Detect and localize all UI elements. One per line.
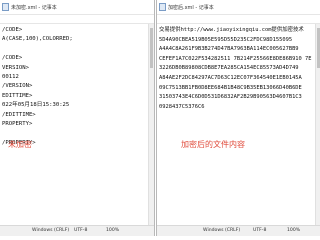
text-line: 022年05月18日15:30:25 [2,102,70,109]
menu-bar [157,15,320,24]
annotation-unencrypted: 未加密 [8,140,32,149]
text-line: PROPERTY> [2,120,33,127]
status-encoding: UTF-8 [253,228,267,233]
text-line: VERSION> [2,64,29,71]
status-zoom: 100% [287,228,301,233]
text-line: A4A4C8A261F9B3B274D47BA7963BA114EC005627… [159,46,299,53]
status-zoom: 100% [106,228,120,233]
window-title: 未加密.xml - 记事本 [11,4,57,11]
text-line: /EDITTIME> [2,111,36,118]
text-line: 31503743E4C6D0D531D6832AF2B29B90563D4607… [159,94,302,101]
text-line: 3226DB0B89808CDB8E7EA285CA154EC85573AD4D… [159,65,299,72]
annotation-encrypted: 加密后的文件内容 [181,140,245,149]
title-bar[interactable]: 未加密.xml - 记事本 [0,0,154,15]
text-line [2,45,146,54]
text-editor[interactable]: /CODE> A(CASE,100),COLORRED; /CODE> VERS… [0,24,148,226]
text-line: 09C7513BB1FB0D8EE684B1B48C9B35EB13066D40… [159,84,302,91]
title-bar[interactable]: 加密后.xml - 记事本 [157,0,320,15]
text-line: 5D4A90CBEA519B05E595D55D235C2FDC98D15509… [159,36,293,43]
status-bar: Windows (CRLF) UTF-8 100% [157,225,320,236]
menu-bar [0,15,154,24]
scroll-thumb[interactable] [150,28,153,68]
status-encoding: UTF-8 [74,228,88,233]
text-editor[interactable]: 交易提供http://www.jiaoyixingqiu.com提供加密技术 5… [157,24,315,226]
text-line: /CODE> [2,27,23,33]
status-line-ending: Windows (CRLF) [203,228,241,233]
text-line: /CODE> [2,55,23,62]
notepad-icon [159,3,166,11]
text-line: 交易提供http://www.jiaoyixingqiu.com提供加密技术 [159,27,304,33]
text-line: A(CASE,100),COLORRED; [2,36,73,43]
text-line: CEFEF1A7C022F534282511 7B214F25566E8DE86… [159,55,312,62]
notepad-icon [2,3,9,11]
text-line [2,129,146,138]
notepad-window-unencrypted: 未加密.xml - 记事本 /CODE> A(CASE,100),COLORRE… [0,0,155,236]
window-title: 加密后.xml - 记事本 [168,4,214,11]
text-line: A84AE2F2DC84297AC7D63C12EC07F364540E1EB0… [159,74,302,81]
vertical-scrollbar[interactable] [148,24,154,226]
vertical-scrollbar[interactable] [315,24,320,226]
text-line: /VERSION> [2,83,33,90]
status-line-ending: Windows (CRLF) [32,228,70,233]
notepad-window-encrypted: 加密后.xml - 记事本 交易提供http://www.jiaoyixingq… [156,0,320,236]
text-line: EDITTIME> [2,92,33,99]
text-line: 0928437C5376C6 [159,103,205,110]
text-line: 00112 [2,73,19,80]
status-bar: Windows (CRLF) UTF-8 100% [0,225,154,236]
